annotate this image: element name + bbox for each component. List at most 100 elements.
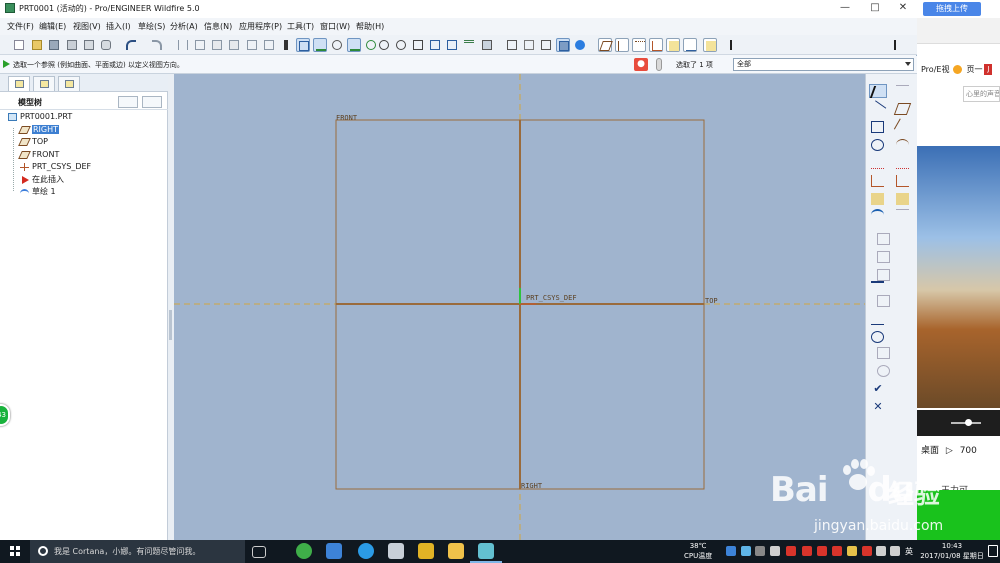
browser-tab-proe[interactable]: Pro/E视 — [921, 65, 949, 74]
spin-center-icon[interactable] — [683, 38, 697, 52]
taskbar-app-baidu-cloud-icon[interactable] — [326, 543, 342, 559]
modify-tool-icon[interactable] — [869, 330, 887, 344]
new-file-icon[interactable] — [12, 38, 26, 52]
menu-sketch[interactable]: 草绘(S) — [138, 21, 165, 32]
menu-tools[interactable]: 工具(T) — [287, 21, 314, 32]
no-hidden-icon[interactable] — [539, 38, 553, 52]
browser-search-input[interactable]: 心里的声音 — [963, 86, 1000, 102]
taskbar-app-folder-icon[interactable] — [448, 543, 464, 559]
datum-csys-tool-icon[interactable] — [894, 174, 912, 188]
view-manager-icon[interactable] — [480, 38, 494, 52]
menu-view[interactable]: 视图(V) — [73, 21, 101, 32]
splitter-grip[interactable] — [169, 310, 172, 340]
accept-check-icon[interactable]: ✔ — [869, 382, 887, 396]
taskbar-app-green-icon[interactable] — [296, 543, 312, 559]
cancel-x-icon[interactable]: ✕ — [869, 400, 887, 414]
menu-file[interactable]: 文件(F) — [7, 21, 34, 32]
tree-item-right[interactable]: RIGHT — [18, 125, 60, 137]
line-tool-icon[interactable] — [868, 100, 887, 118]
minimize-button[interactable]: — — [831, 0, 859, 18]
mirror-tool-icon[interactable] — [875, 364, 893, 378]
start-button[interactable] — [0, 540, 30, 563]
datum-point-tool-icon[interactable] — [894, 156, 912, 170]
menu-edit[interactable]: 编辑(E) — [39, 21, 66, 32]
select-disabled-icon[interactable] — [894, 84, 912, 98]
tree-item-front[interactable]: FRONT — [18, 150, 59, 162]
reorient-icon[interactable] — [428, 38, 442, 52]
datum-plane-display-icon[interactable] — [598, 38, 613, 52]
menu-applications[interactable]: 应用程序(P) — [239, 21, 282, 32]
tree-item-csys[interactable]: PRT_CSYS_DEF — [20, 162, 91, 174]
taskbar-app-k-icon[interactable] — [358, 543, 374, 559]
browser-tab-page[interactable]: 页一 — [966, 65, 982, 74]
play-icon[interactable]: ▷ — [946, 446, 953, 456]
save-icon[interactable] — [47, 38, 61, 52]
menu-window[interactable]: 窗口(W) — [320, 21, 350, 32]
shield-icon[interactable] — [847, 546, 857, 556]
undo-icon[interactable] — [124, 38, 138, 52]
copy-icon[interactable] — [193, 38, 207, 52]
help-icon[interactable] — [892, 38, 906, 52]
menu-insert[interactable]: 插入(I) — [106, 21, 131, 32]
tray-icon-3[interactable] — [755, 546, 765, 556]
send-mail-icon[interactable] — [99, 38, 113, 52]
tab-favorites[interactable] — [58, 76, 80, 91]
drag-upload-button[interactable]: 拖拽上传 — [923, 2, 981, 16]
network-icon[interactable] — [876, 546, 886, 556]
circle-tool-icon[interactable] — [869, 138, 887, 152]
point-tool-icon[interactable] — [869, 156, 887, 170]
task-view-icon[interactable] — [252, 546, 266, 558]
palette-tool-icon[interactable] — [875, 294, 893, 308]
regenerate-manager-icon[interactable] — [262, 38, 276, 52]
chamfer-tool-icon[interactable] — [875, 250, 893, 264]
tree-item-sketch[interactable]: 草绘 1 — [20, 186, 56, 198]
tree-item-top[interactable]: TOP — [18, 137, 48, 149]
datum-axis-tool-icon[interactable] — [893, 118, 912, 136]
find-icon[interactable] — [279, 38, 293, 52]
paste-icon[interactable] — [210, 38, 224, 52]
tray-icon-8[interactable] — [832, 546, 842, 556]
tree-show-button[interactable] — [142, 96, 162, 108]
datum-point-display-icon[interactable] — [632, 38, 646, 52]
csys-display-icon[interactable] — [649, 38, 663, 52]
tab-folder-browser[interactable] — [33, 76, 55, 91]
text-tool-icon[interactable] — [869, 280, 887, 294]
tray-icon-9[interactable] — [862, 546, 872, 556]
select-arrow-icon[interactable] — [869, 84, 888, 98]
zoom-out-icon[interactable] — [394, 38, 408, 52]
dimension-tool-icon[interactable] — [869, 312, 887, 326]
regenerate-icon[interactable] — [245, 38, 259, 52]
datum-analysis-tool-icon[interactable] — [894, 192, 912, 206]
tray-icon-1[interactable] — [726, 546, 736, 556]
maximize-button[interactable]: □ — [861, 0, 889, 18]
video-player-frame[interactable] — [917, 146, 1000, 408]
constrain-tool-icon[interactable] — [875, 346, 893, 360]
rectangle-tool-icon[interactable] — [869, 120, 887, 134]
volume-knob[interactable] — [965, 419, 972, 426]
open-file-icon[interactable] — [30, 38, 44, 52]
notification-center-icon[interactable] — [988, 545, 998, 557]
refit-icon[interactable] — [411, 38, 425, 52]
print-preview-icon[interactable] — [82, 38, 96, 52]
tree-item-insert-here[interactable]: 在此插入 — [22, 174, 64, 186]
tray-icon-5[interactable] — [786, 546, 796, 556]
stop-icon[interactable]: ● — [634, 58, 648, 71]
tray-icon-7[interactable] — [817, 546, 827, 556]
print-icon[interactable] — [65, 38, 79, 52]
annotation-2-display-icon[interactable] — [703, 38, 717, 52]
tray-icon-4[interactable] — [770, 546, 780, 556]
tree-settings-button[interactable] — [118, 96, 138, 108]
analysis-tool-icon[interactable] — [869, 192, 887, 206]
datum-axis-display-icon[interactable] — [615, 38, 629, 52]
taskbar-clock[interactable]: 10:43 2017/01/08 星期日 — [920, 541, 984, 561]
cortana-search-box[interactable]: 我是 Cortana，小娜。有问题尽管问我。 — [30, 540, 245, 563]
layers-icon[interactable] — [462, 38, 476, 52]
close-button[interactable]: ✕ — [889, 0, 917, 18]
zoom-in-icon[interactable] — [377, 38, 391, 52]
shading-icon[interactable] — [556, 38, 570, 52]
sketch-constraints-icon[interactable] — [330, 38, 344, 52]
hidden-line-icon[interactable] — [522, 38, 536, 52]
sketch-curve-tool-icon[interactable] — [894, 138, 912, 152]
tree-item-part[interactable]: PRT0001.PRT — [8, 112, 72, 124]
taskbar-app-proe-icon[interactable] — [470, 543, 502, 563]
